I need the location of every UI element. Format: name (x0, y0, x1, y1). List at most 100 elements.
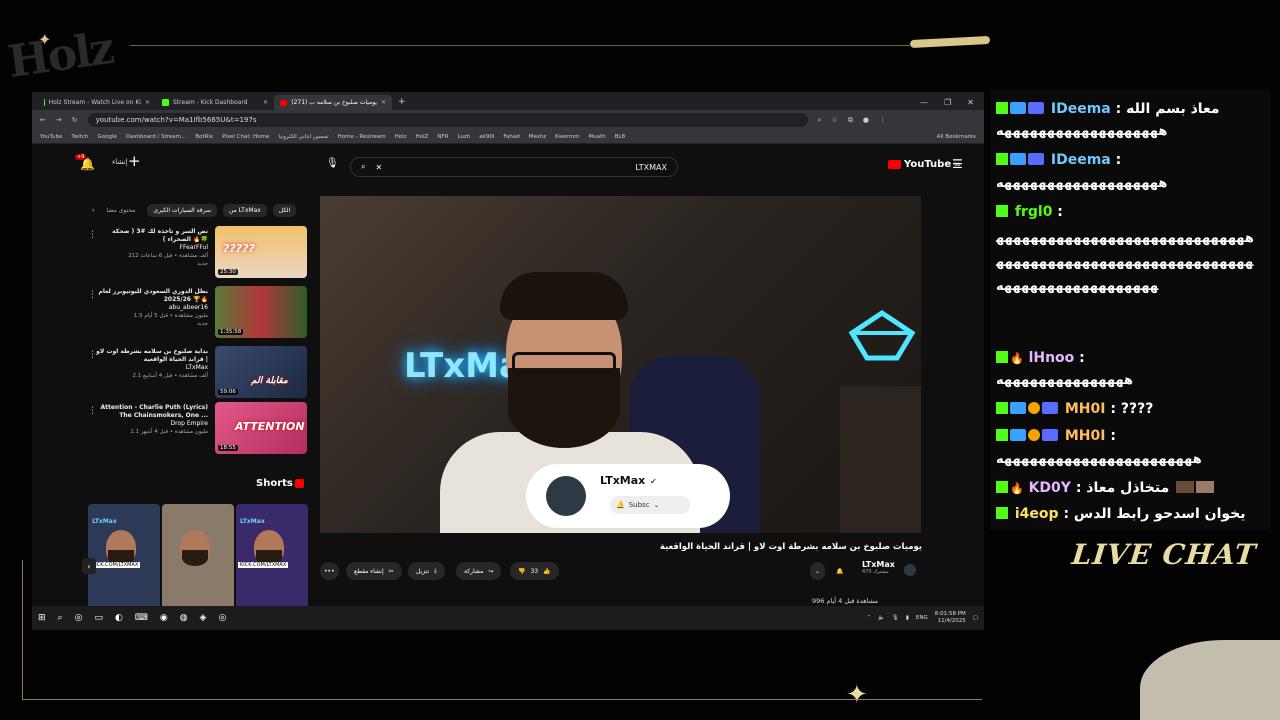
channel-info[interactable]: LTxMax 470 مشترك (862, 560, 895, 575)
recommendation-item[interactable]: ⋮ بطل الدوري السعودي لليوتيوبرز لعام 202… (88, 286, 308, 342)
channel-avatar[interactable] (904, 564, 916, 576)
filter-chip[interactable]: الكل (272, 203, 297, 217)
notification-bell-button[interactable]: 🔔 (832, 562, 847, 580)
short-item[interactable] (162, 504, 234, 610)
chip-scroll-left-icon[interactable]: ‹ (92, 207, 94, 214)
shorts-scroll-left-icon[interactable]: ‹ (82, 558, 96, 574)
volume-icon[interactable]: 🔈 (878, 615, 885, 621)
bookmark-item[interactable]: Fahad (503, 134, 519, 140)
filter-chip[interactable]: محتوى مشا (100, 204, 141, 217)
search-box[interactable]: ⌕ ✕ LTXMAX (350, 157, 678, 177)
chat-username[interactable]: IDeema (1051, 152, 1111, 168)
close-icon[interactable]: ✕ (145, 99, 150, 106)
dislike-icon[interactable]: 👎 (518, 568, 525, 575)
search-icon[interactable]: ⌕ (58, 613, 63, 623)
short-item[interactable]: LTxMax KICK.COM/LTXMAX (88, 504, 160, 610)
video-thumbnail[interactable]: مقابلة الم 59:06 (215, 346, 307, 398)
bookmark-item[interactable]: تحسين انتاني الكترونيا (278, 134, 328, 140)
create-label[interactable]: إنشاء (112, 158, 128, 166)
zoom-icon[interactable]: ⌕ (818, 116, 822, 125)
chrome-icon[interactable]: ◎ (218, 613, 226, 623)
bookmark-item[interactable]: Luzh (457, 134, 470, 140)
bookmark-item[interactable]: ak90l (479, 134, 494, 140)
filter-chip[interactable]: سرقة السيارات الكبرى (147, 203, 217, 217)
more-actions-button[interactable]: ••• (320, 562, 339, 580)
mic-icon[interactable]: 🎙 (892, 615, 899, 621)
bookmark-item[interactable]: Muath (589, 134, 606, 140)
battery-icon[interactable]: ▮ (906, 615, 909, 621)
file-explorer-icon[interactable]: ▭ (94, 613, 103, 623)
forward-icon[interactable]: → (56, 116, 62, 124)
subscribe-chevron-button[interactable]: ⌄ (810, 562, 826, 580)
extensions-icon[interactable]: ⧉ (848, 116, 853, 125)
video-player[interactable]: LTxMa LTxMax ✔ 🔔 Subsc ⌄ (320, 196, 921, 533)
recommendation-item[interactable]: ⋮ نص السر و تاخذه لك #3 ( ضحكة الصحراء )… (88, 226, 308, 282)
windows-start-icon[interactable]: ⊞ (38, 613, 46, 623)
bookmark-item[interactable]: Holz (395, 134, 407, 140)
back-icon[interactable]: ← (40, 116, 46, 124)
video-thumbnail[interactable]: 1:35:58 (215, 286, 307, 338)
tab-youtube-video[interactable]: (271) يوميات صلبوخ بن سلامه ب ✕ (274, 95, 392, 110)
video-thumbnail[interactable]: ATTENTION 18:55 (215, 402, 307, 454)
reload-icon[interactable]: ↻ (72, 116, 78, 124)
new-tab-button[interactable]: + (398, 97, 406, 107)
like-dislike-button[interactable]: 👎 33 👍 (510, 562, 559, 580)
chat-username[interactable]: KD0Y (1029, 480, 1071, 496)
bookmark-item[interactable]: Dashboard / Stream... (126, 134, 186, 140)
obs-icon[interactable]: ◍ (180, 613, 188, 623)
bookmark-item[interactable]: Meshz (529, 134, 546, 140)
profile-icon[interactable]: ● (863, 116, 869, 124)
search-input[interactable]: LTXMAX (635, 163, 667, 172)
url-field[interactable]: youtube.com/watch?v=Ma1Ifb5665U&t=197s (87, 113, 808, 127)
bookmark-item[interactable]: Google (98, 134, 117, 140)
recommendation-item[interactable]: ⋮ بداية صلبوخ بن سلامه بشرطة اوت لاو | ق… (88, 346, 308, 402)
close-icon[interactable]: ✕ (263, 99, 268, 106)
tab-holz-stream[interactable]: Holz Stream - Watch Live on Ki ✕ (38, 95, 156, 110)
search-icon[interactable]: ⌕ (361, 162, 365, 172)
video-thumbnail[interactable]: ????? 25:30 (215, 226, 307, 278)
subscribe-button[interactable]: 🔔 Subsc ⌄ (610, 496, 690, 514)
download-button[interactable]: تنزيل ⤓ (408, 562, 445, 580)
keyboard-icon[interactable]: ⌨ (135, 613, 148, 623)
notification-center-icon[interactable]: ▢ (973, 615, 978, 621)
share-button[interactable]: مشاركة ↪ (456, 562, 502, 580)
filter-chip[interactable]: من LTxMax (222, 203, 267, 217)
maximize-icon[interactable]: ❐ (944, 98, 951, 107)
bookmark-item[interactable]: Pixel Chat: Home (222, 134, 269, 140)
bookmark-item[interactable]: YouTube (40, 134, 62, 140)
bookmark-item[interactable]: BL8 (615, 134, 625, 140)
bookmark-item[interactable]: Twitch (71, 134, 88, 140)
chat-username[interactable]: frgl0 (1015, 204, 1053, 220)
all-bookmarks[interactable]: All Bookmarks (937, 134, 976, 140)
microphone-icon[interactable]: 🎙 (326, 158, 339, 169)
language-indicator[interactable]: ENG (916, 615, 928, 621)
clip-button[interactable]: إنشاء مقطع ✂ (346, 562, 402, 580)
bookmark-item[interactable]: HolZ (416, 134, 429, 140)
like-icon[interactable]: 👍 (543, 568, 550, 575)
hamburger-menu-icon[interactable]: ☰ (952, 157, 963, 171)
app-icon[interactable]: ◐ (115, 613, 123, 623)
bookmark-item[interactable]: Kwermm (555, 134, 579, 140)
steam-app-icon[interactable]: ◈ (200, 613, 207, 623)
bookmark-item[interactable]: NFR (437, 134, 448, 140)
chat-username[interactable]: MH0I (1065, 401, 1106, 417)
steam-icon[interactable]: ◎ (75, 613, 83, 623)
close-window-icon[interactable]: ✕ (967, 98, 974, 107)
chat-username[interactable]: lHnoo (1029, 350, 1075, 366)
youtube-logo[interactable]: YouTube SA (888, 159, 960, 170)
bookmark-item[interactable]: BotRix (195, 134, 213, 140)
chat-username[interactable]: IDeema (1051, 101, 1111, 117)
bookmark-item[interactable]: Home - Restream (338, 134, 386, 140)
minimize-icon[interactable]: — (920, 98, 928, 107)
chat-username[interactable]: i4eop (1015, 506, 1059, 522)
more-menu-icon[interactable]: ⋮ (879, 116, 886, 124)
tray-chevron-icon[interactable]: ⌃ (866, 615, 871, 621)
tab-kick-dashboard[interactable]: Stream - Kick Dashboard ✕ (156, 95, 274, 110)
chat-username[interactable]: MH0I (1065, 428, 1106, 444)
recommendation-item[interactable]: ⋮ Attention - Charlie Puth (Lyrics) The … (88, 402, 308, 458)
firefox-icon[interactable]: ◉ (160, 613, 168, 623)
bookmark-star-icon[interactable]: ☆ (832, 116, 838, 124)
clock[interactable]: 8:01:58 PM 11/4/2025 (935, 611, 966, 625)
clear-search-icon[interactable]: ✕ (375, 163, 382, 172)
create-plus-icon[interactable]: + (128, 152, 141, 170)
